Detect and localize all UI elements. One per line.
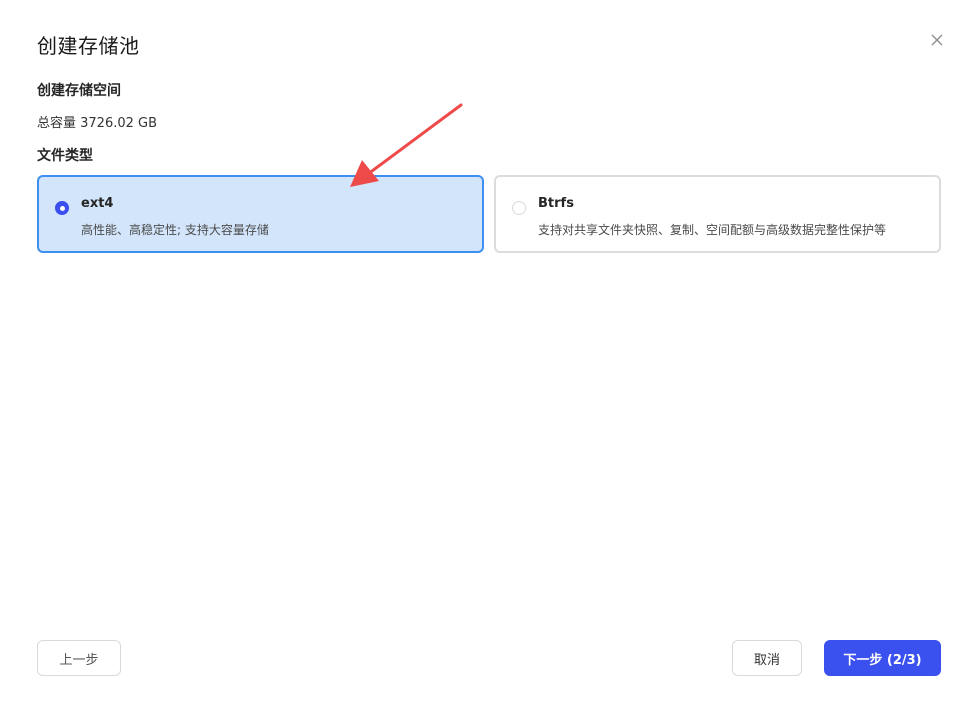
next-step-button[interactable]: 下一步 (2/3)	[824, 640, 941, 676]
cancel-button[interactable]: 取消	[732, 640, 802, 676]
file-type-option-ext4[interactable]: ext4 高性能、高稳定性; 支持大容量存储	[37, 175, 484, 253]
storage-space-heading: 创建存储空间	[37, 83, 121, 99]
btrfs-option-name: Btrfs	[538, 196, 574, 211]
btrfs-option-description: 支持对共享文件夹快照、复制、空间配额与高级数据完整性保护等	[538, 223, 887, 237]
ext4-option-name: ext4	[81, 196, 114, 211]
ext4-option-description: 高性能、高稳定性; 支持大容量存储	[81, 223, 269, 237]
btrfs-radio[interactable]	[512, 201, 526, 215]
total-capacity: 总容量 3726.02 GB	[37, 116, 158, 131]
ext4-radio[interactable]	[55, 201, 69, 215]
file-type-heading: 文件类型	[37, 148, 93, 164]
dialog-title: 创建存储池	[37, 34, 140, 58]
previous-step-button[interactable]: 上一步	[37, 640, 121, 676]
annotation-arrow-icon	[350, 103, 463, 187]
file-type-option-btrfs[interactable]: Btrfs 支持对共享文件夹快照、复制、空间配额与高级数据完整性保护等	[494, 175, 941, 253]
create-storage-pool-dialog: 创建存储池 创建存储空间 总容量 3726.02 GB 文件类型 ext4 高性…	[0, 0, 977, 713]
close-icon[interactable]	[926, 29, 948, 51]
